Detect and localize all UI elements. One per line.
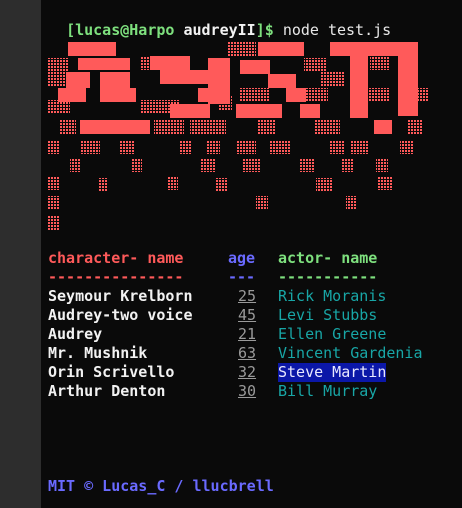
banner-dither-block [416, 88, 428, 102]
banner-block [240, 60, 270, 74]
banner-block [398, 56, 418, 116]
banner-block [80, 120, 150, 134]
table-row-character: Arthur Denton [48, 382, 166, 400]
banner-dither-block [120, 140, 134, 154]
banner-block [374, 120, 392, 134]
banner-block [68, 42, 116, 56]
table-row-age: 25 [238, 287, 257, 305]
banner-dither-block [48, 58, 68, 72]
banner-block [390, 42, 418, 56]
table-row-character: Mr. Mushnik [48, 344, 148, 362]
header-actor-name: actor- name [278, 249, 378, 267]
banner-dither-block [242, 158, 260, 172]
banner-dither-block [80, 140, 100, 154]
banner-dither-block [48, 140, 60, 154]
table-row-actor: Bill Murray [278, 382, 378, 400]
banner-dither-block [168, 176, 178, 190]
banner-dither-block [206, 140, 220, 154]
banner-dither-block [258, 120, 276, 134]
banner-dither-block [400, 140, 414, 154]
banner-dither-block [370, 56, 390, 70]
table-row-age: 30 [238, 382, 257, 400]
banner-dither-block [304, 58, 326, 72]
banner-dither-block [154, 120, 184, 134]
banner-dither-block [190, 120, 226, 134]
banner-block [58, 88, 86, 102]
banner-dither-block [132, 158, 142, 172]
banner-dither-block [48, 100, 70, 114]
rule-age: --- [228, 268, 256, 286]
table-row-actor: Levi Stubbs [278, 306, 378, 324]
banner-dither-block [228, 42, 256, 56]
table-row-actor: Rick Moranis [278, 287, 387, 305]
license-footer: MIT © Lucas_C / llucbrell [48, 477, 274, 495]
table-row-actor-selected[interactable]: Steve Martin [278, 363, 387, 382]
table-row-character: Orin Scrivello [48, 363, 175, 381]
banner-dither-block [408, 120, 422, 134]
rule-character: --------------- [48, 268, 184, 286]
banner-dither-block [200, 158, 216, 172]
table-row-age: 21 [238, 325, 257, 343]
banner-block [198, 88, 218, 102]
banner-block [100, 88, 136, 102]
table-row-age: 45 [238, 306, 257, 324]
banner-dither-block [98, 178, 108, 192]
banner-dither-block [368, 88, 390, 102]
table-row-actor: Vincent Gardenia [278, 344, 423, 362]
banner-dither-block [270, 140, 290, 154]
table-row-age: 32 [238, 363, 257, 381]
table-row-age: 63 [238, 344, 257, 362]
banner-dither-block [320, 72, 344, 86]
banner-dither-block [236, 140, 256, 154]
banner-dither-block [350, 140, 368, 154]
banner-dither-block [342, 158, 354, 172]
ascii-banner-art [48, 42, 428, 230]
banner-block [78, 58, 130, 70]
banner-block [258, 42, 304, 56]
banner-block [66, 72, 90, 88]
banner-block [330, 42, 392, 56]
header-character-name: character- name [48, 249, 184, 267]
banner-dither-block [140, 100, 180, 114]
banner-block [268, 74, 296, 88]
banner-dither-block [240, 88, 270, 102]
banner-dither-block [48, 72, 66, 86]
banner-dither-block [180, 140, 192, 154]
banner-dither-block [300, 88, 328, 102]
banner-dither-block [218, 96, 232, 110]
banner-dither-block [316, 178, 332, 192]
banner-dither-block [256, 196, 268, 210]
table-row-character: Seymour Krelborn [48, 287, 193, 305]
banner-dither-block [314, 120, 340, 134]
banner-dither-block [60, 120, 76, 134]
banner-dither-block [376, 158, 388, 172]
banner-dither-block [216, 178, 228, 192]
banner-block [150, 56, 190, 70]
table-row-actor: Ellen Greene [278, 325, 387, 343]
banner-block [350, 56, 368, 118]
banner-dither-block [48, 176, 60, 190]
banner-block [300, 104, 320, 118]
header-age: age [228, 249, 256, 267]
banner-block [160, 70, 208, 84]
banner-dither-block [140, 56, 154, 70]
table-row-character: Audrey [48, 325, 103, 343]
table-row-character: Audrey-two voice [48, 306, 193, 324]
banner-block [100, 72, 130, 88]
banner-dither-block [346, 196, 356, 210]
rule-actor: ----------- [278, 268, 378, 286]
banner-block [236, 104, 282, 118]
banner-dither-block [48, 216, 60, 230]
banner-dither-block [70, 158, 80, 172]
banner-dither-block [378, 176, 392, 190]
banner-dither-block [48, 196, 60, 210]
banner-dither-block [330, 140, 344, 154]
banner-dither-block [300, 158, 314, 172]
